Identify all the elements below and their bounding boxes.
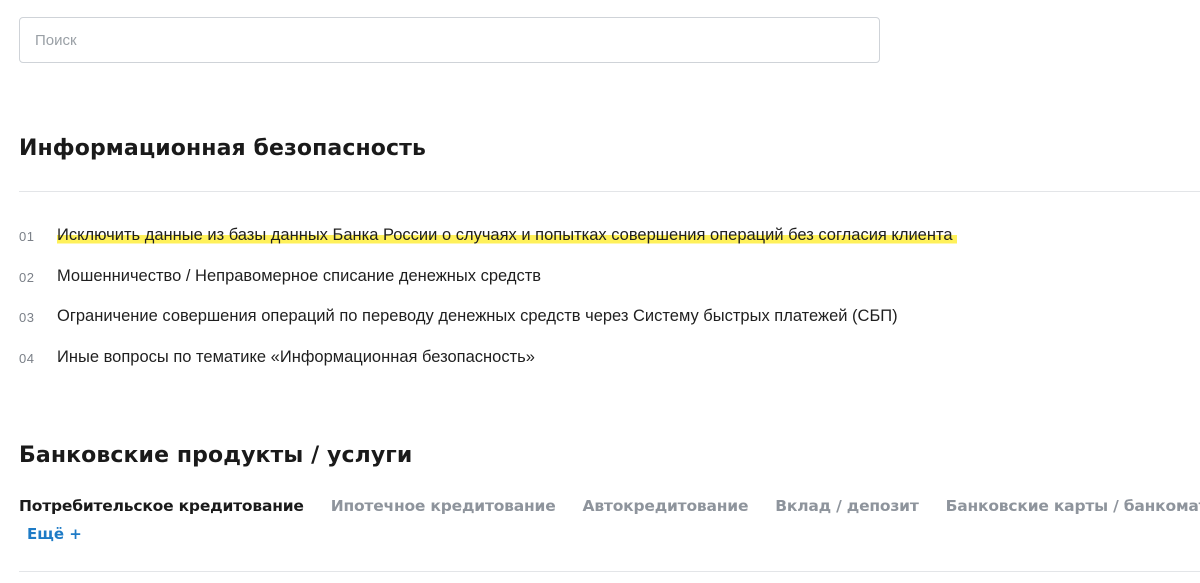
product-tabs: Потребительское кредитование Ипотечное к… (19, 497, 1200, 515)
topic-label-sbp-restriction[interactable]: Ограничение совершения операций по перев… (57, 307, 898, 326)
topic-number: 02 (19, 269, 35, 285)
topic-number: 04 (19, 350, 35, 366)
section-title-bank-products: Банковские продукты / услуги (19, 443, 413, 468)
search-box (19, 17, 880, 63)
topic-item-01[interactable]: 01 Исключить данные из базы данных Банка… (19, 222, 957, 249)
search-input[interactable] (19, 17, 880, 63)
tab-deposit[interactable]: Вклад / депозит (775, 497, 919, 515)
security-topic-list: 01 Исключить данные из базы данных Банка… (19, 222, 957, 384)
topic-item-02[interactable]: 02 Мошенничество / Неправомерное списани… (19, 263, 957, 290)
more-tabs-link[interactable]: Ещё + (27, 525, 82, 543)
tab-car-loan[interactable]: Автокредитование (583, 497, 749, 515)
topic-label-exclude-data[interactable]: Исключить данные из базы данных Банка Ро… (57, 226, 957, 245)
topic-label-fraud[interactable]: Мошенничество / Неправомерное списание д… (57, 267, 541, 286)
topic-label-other-questions[interactable]: Иные вопросы по тематике «Информационная… (57, 348, 535, 367)
topic-item-04[interactable]: 04 Иные вопросы по тематике «Информацион… (19, 344, 957, 371)
section-divider (19, 571, 1200, 572)
topic-number: 03 (19, 310, 35, 325)
tab-consumer-credit[interactable]: Потребительское кредитование (19, 497, 304, 515)
topic-number: 01 (19, 229, 35, 244)
tab-mortgage[interactable]: Ипотечное кредитование (331, 497, 556, 515)
topic-item-03[interactable]: 03 Ограничение совершения операций по пе… (19, 303, 957, 330)
section-divider (19, 191, 1200, 192)
section-title-information-security: Информационная безопасность (19, 136, 426, 161)
tab-bank-cards[interactable]: Банковские карты / банкоматы (946, 497, 1200, 515)
